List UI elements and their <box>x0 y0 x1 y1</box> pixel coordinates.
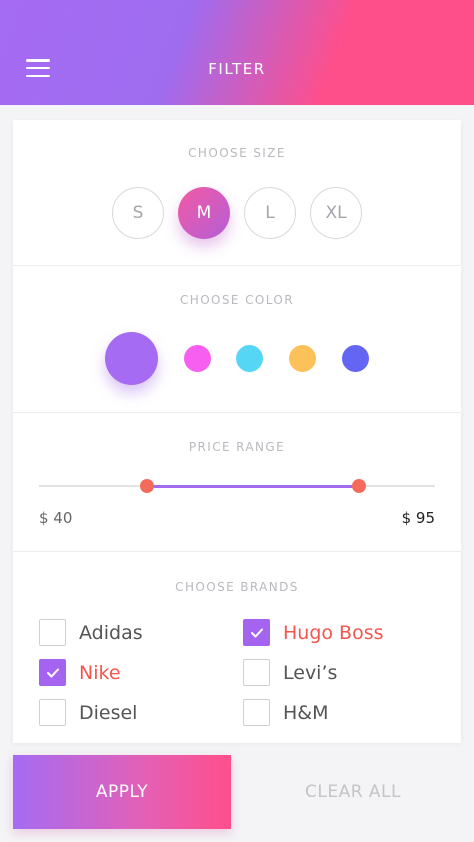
color-section-title: CHOOSE COLOR <box>180 293 294 307</box>
brand-label-nike: Nike <box>79 661 121 684</box>
size-section-title: CHOOSE SIZE <box>188 146 286 160</box>
brand-label-adidas: Adidas <box>79 621 143 644</box>
price-section: PRICE RANGE <box>13 413 461 552</box>
brand-hm[interactable]: H&M <box>243 699 329 726</box>
brand-label-hugo-boss: Hugo Boss <box>283 621 384 644</box>
checkbox-adidas[interactable] <box>39 619 66 646</box>
page-title: FILTER <box>208 60 266 78</box>
filter-card: CHOOSE SIZE S M L XL CHOOSE COLOR PRICE … <box>13 120 461 743</box>
brand-label-hm: H&M <box>283 701 329 724</box>
color-swatch-yellow[interactable] <box>289 345 316 372</box>
color-swatch-blue[interactable] <box>342 345 369 372</box>
checkbox-levis[interactable] <box>243 659 270 686</box>
checkbox-diesel[interactable] <box>39 699 66 726</box>
checkmark-icon <box>46 668 59 677</box>
price-max-label: $ 95 <box>401 509 435 527</box>
color-section: CHOOSE COLOR <box>13 266 461 413</box>
brand-adidas[interactable]: Adidas <box>39 619 143 646</box>
checkbox-nike[interactable] <box>39 659 66 686</box>
brand-nike[interactable]: Nike <box>39 659 121 686</box>
size-option-xl[interactable]: XL <box>310 187 362 239</box>
price-slider-range <box>147 485 359 488</box>
price-slider-min-handle[interactable] <box>140 479 154 493</box>
price-slider-max-handle[interactable] <box>352 479 366 493</box>
color-swatch-pink[interactable] <box>184 345 211 372</box>
size-option-m[interactable]: M <box>178 187 230 239</box>
app-header: FILTER <box>0 0 474 105</box>
brand-label-levis: Levi’s <box>283 661 338 684</box>
size-option-s[interactable]: S <box>112 187 164 239</box>
clear-all-button[interactable]: CLEAR ALL <box>244 755 462 829</box>
color-swatch-cyan[interactable] <box>236 345 263 372</box>
brands-section-title: CHOOSE BRANDS <box>175 580 299 594</box>
checkbox-hm[interactable] <box>243 699 270 726</box>
brand-label-diesel: Diesel <box>79 701 138 724</box>
brands-section: CHOOSE BRANDS Adidas Hugo Boss Nike Levi… <box>13 552 461 743</box>
size-option-l[interactable]: L <box>244 187 296 239</box>
color-swatch-purple[interactable] <box>105 332 158 385</box>
checkmark-icon <box>250 628 263 637</box>
checkbox-hugo-boss[interactable] <box>243 619 270 646</box>
size-section: CHOOSE SIZE S M L XL <box>13 120 461 266</box>
price-section-title: PRICE RANGE <box>188 440 286 454</box>
price-min-label: $ 40 <box>39 509 73 527</box>
brand-hugo-boss[interactable]: Hugo Boss <box>243 619 384 646</box>
apply-button[interactable]: APPLY <box>13 755 231 829</box>
brand-diesel[interactable]: Diesel <box>39 699 137 726</box>
brand-levis[interactable]: Levi’s <box>243 659 337 686</box>
